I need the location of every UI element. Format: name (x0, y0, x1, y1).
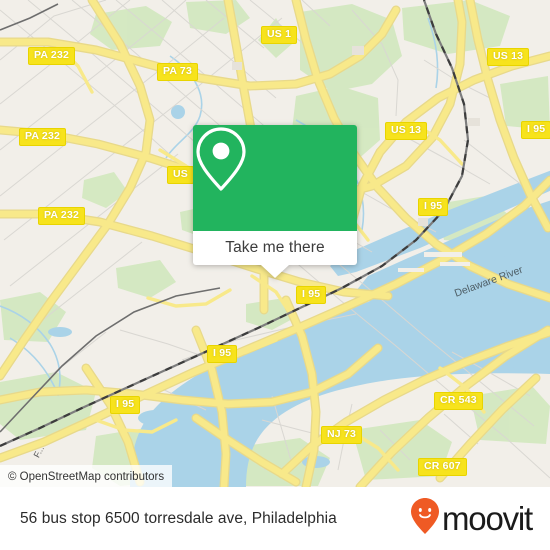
route-shield-pa-73[interactable]: PA 73 (157, 63, 199, 81)
route-shield-i-95[interactable]: I 95 (418, 198, 449, 216)
route-shield-cr-607[interactable]: CR 607 (418, 458, 467, 476)
route-shield-pa-232[interactable]: PA 232 (19, 128, 67, 146)
map-attribution: © OpenStreetMap contributors (0, 465, 173, 487)
route-shield-us-13[interactable]: US 13 (385, 122, 428, 140)
route-shield-us-13[interactable]: US 13 (487, 48, 530, 66)
take-me-there-button[interactable]: Take me there (193, 231, 357, 278)
map-canvas[interactable]: Delaware River F... PA 232 PA 73 US 1 US… (0, 0, 550, 487)
popup-icon-area (193, 125, 357, 231)
take-me-there-label: Take me there (225, 239, 325, 256)
route-shield-pa-232[interactable]: PA 232 (28, 47, 76, 65)
map-screenshot: Delaware River F... PA 232 PA 73 US 1 US… (0, 0, 550, 550)
route-shield-pa-232[interactable]: PA 232 (38, 207, 86, 225)
moovit-smiley-pin-icon (410, 497, 440, 540)
moovit-brand[interactable]: moovit (410, 497, 533, 540)
route-shield-i-95[interactable]: I 95 (296, 286, 327, 304)
route-shield-i-95[interactable]: I 95 (207, 345, 238, 363)
route-shield-i-95[interactable]: I 95 (110, 396, 141, 414)
footer-bar: 56 bus stop 6500 torresdale ave, Philade… (0, 487, 550, 550)
location-title: 56 bus stop 6500 torresdale ave, Philade… (20, 509, 337, 527)
route-shield-cr-543[interactable]: CR 543 (434, 392, 483, 410)
route-shield-nj-73[interactable]: NJ 73 (321, 426, 363, 444)
route-shield-i-95[interactable]: I 95 (521, 121, 550, 139)
route-shield-us[interactable]: US (167, 166, 194, 184)
route-shield-us-1[interactable]: US 1 (261, 26, 298, 44)
popup-tail (261, 265, 289, 278)
moovit-wordmark: moovit (442, 500, 533, 537)
location-popup-card[interactable]: Take me there (193, 125, 357, 278)
